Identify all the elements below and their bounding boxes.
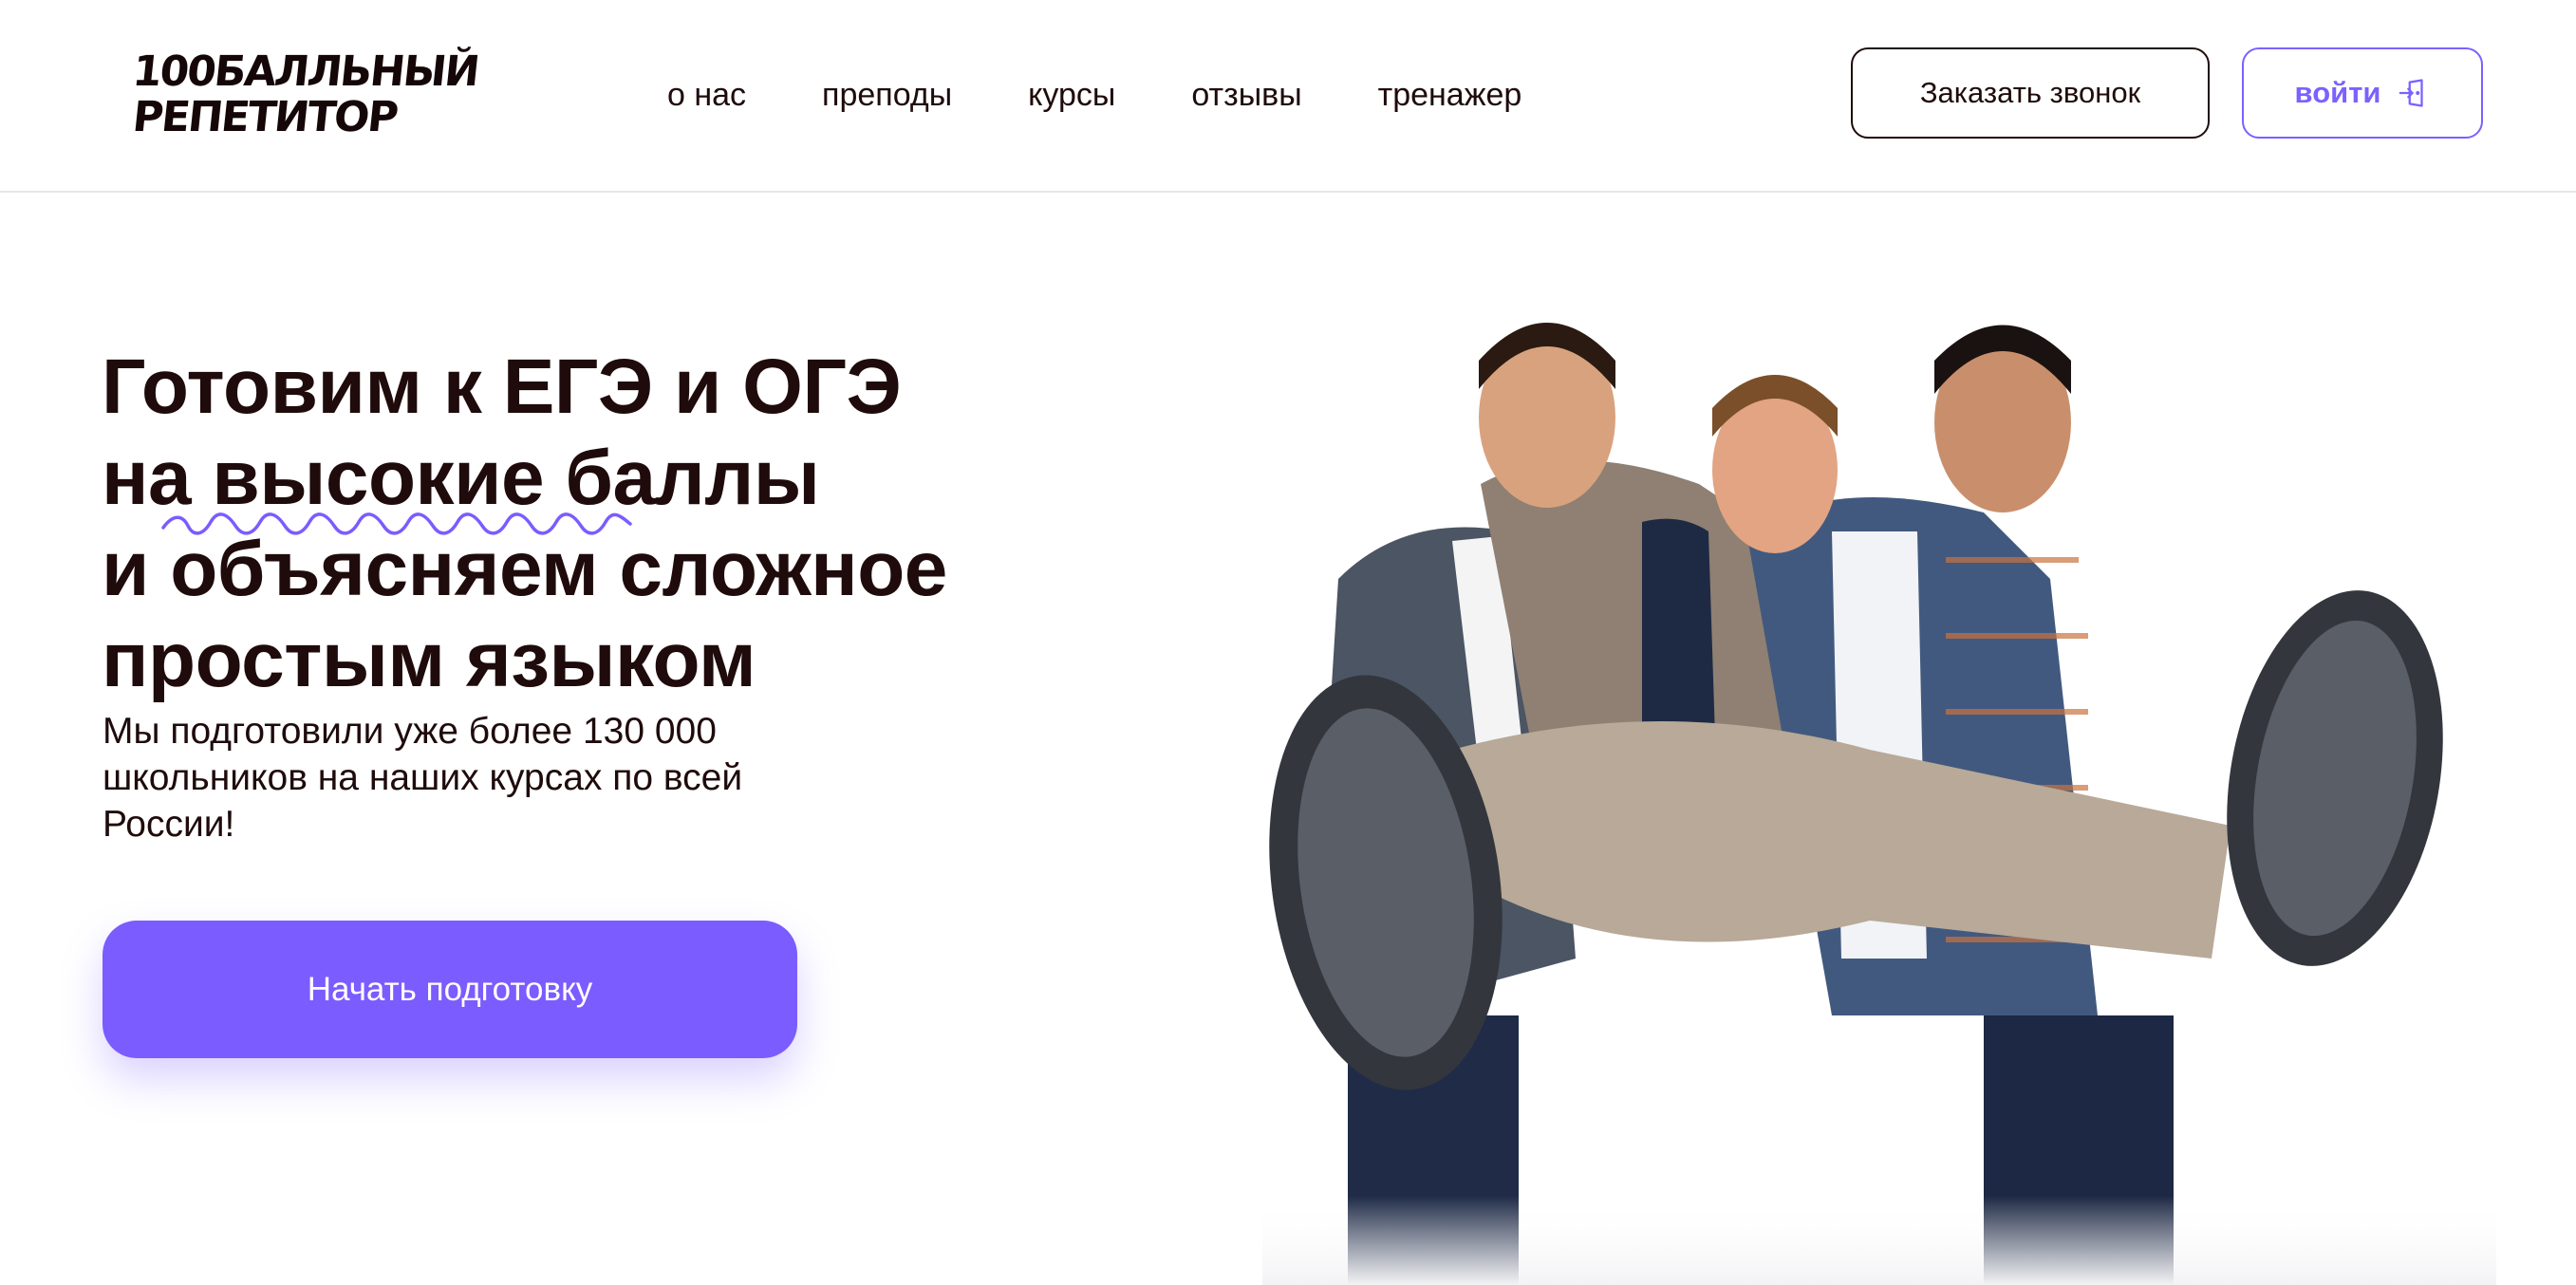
hero-subtitle: Мы подготовили уже более 130 000 школьни… bbox=[103, 711, 743, 845]
start-preparation-label: Начать подготовку bbox=[307, 970, 593, 1008]
logo[interactable]: 100БАЛЛЬНЫЙ РЕПЕТИТОР bbox=[130, 46, 480, 145]
hero-title-line-3: и объясняем сложное bbox=[102, 526, 947, 612]
nav-item-courses[interactable]: курсы bbox=[1028, 68, 1115, 121]
logo-line-2: РЕПЕТИТОР bbox=[130, 93, 400, 141]
site-header: 100БАЛЛЬНЫЙ РЕПЕТИТОР о нас преподы курс… bbox=[0, 0, 2576, 193]
main-nav: о нас преподы курсы отзывы тренажер bbox=[667, 68, 1597, 121]
start-preparation-button[interactable]: Начать подготовку bbox=[103, 921, 797, 1058]
nav-item-trainer[interactable]: тренажер bbox=[1378, 68, 1522, 121]
nav-item-teachers[interactable]: преподы bbox=[822, 68, 952, 121]
login-label: войти bbox=[2294, 76, 2381, 109]
order-call-button[interactable]: Заказать звонок bbox=[1851, 47, 2210, 139]
nav-item-reviews[interactable]: отзывы bbox=[1191, 68, 1301, 121]
hero-photo bbox=[1262, 323, 2496, 1285]
login-button[interactable]: войти bbox=[2242, 47, 2483, 139]
order-call-label: Заказать звонок bbox=[1919, 76, 2141, 109]
nav-item-about[interactable]: о нас bbox=[667, 68, 746, 121]
hero-title-line-1: Готовим к ЕГЭ и ОГЭ bbox=[102, 344, 902, 430]
login-door-icon bbox=[2399, 79, 2424, 107]
squiggle-underline-icon bbox=[161, 512, 632, 535]
logo-line-1: 100БАЛЛЬНЫЙ bbox=[130, 47, 480, 96]
hero-title-line-4: простым языком bbox=[102, 617, 756, 703]
